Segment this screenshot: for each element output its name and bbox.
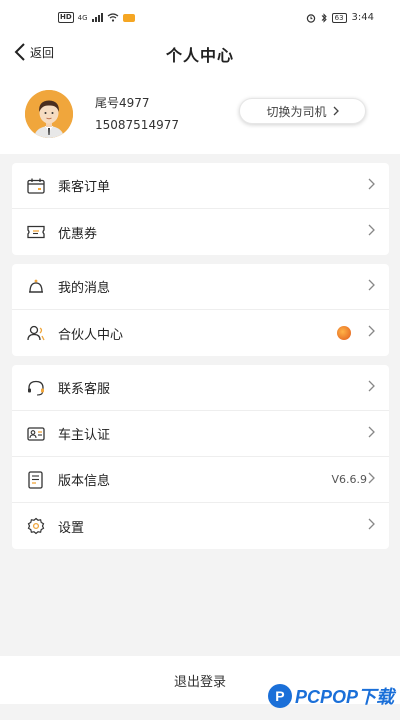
user-phone: 15087514977 [95, 118, 179, 132]
fire-badge-icon [337, 326, 351, 340]
status-right: 63 3:44 [306, 12, 374, 23]
network-label: 4G [77, 13, 88, 22]
logout-label: 退出登录 [173, 674, 226, 690]
version-value: V6.6.9 [331, 473, 367, 486]
user-avatar-icon [25, 90, 73, 138]
menu-item-partner-center[interactable]: 合伙人中心 [12, 310, 389, 356]
menu-item-my-messages[interactable]: 我的消息 [12, 264, 389, 310]
headset-icon [26, 378, 46, 398]
menu-item-customer-service[interactable]: 联系客服 [12, 365, 389, 411]
menu-item-owner-verification[interactable]: 车主认证 [12, 411, 389, 457]
chevron-right-icon [368, 325, 375, 337]
menu-label: 合伙人中心 [58, 327, 124, 343]
wifi-icon [107, 13, 118, 22]
watermark: P PCPOP下载 [267, 683, 394, 709]
status-left: HD 4G [58, 12, 135, 23]
menu-label: 版本信息 [58, 474, 111, 489]
menu-item-coupons[interactable]: 优惠券 [12, 209, 389, 255]
menu-label: 优惠券 [58, 226, 98, 242]
menu-label: 乘客订单 [58, 180, 111, 195]
switch-to-driver-button[interactable]: 切换为司机 [239, 98, 366, 124]
menu-label: 联系客服 [58, 382, 111, 397]
profile-header: 返回 个人中心 尾号4977 15087514977 切换为司机 [0, 36, 400, 154]
orders-card: 乘客订单 优惠券 [12, 163, 389, 255]
chevron-right-icon [368, 224, 375, 236]
coupon-icon [26, 222, 46, 242]
watermark-text: PCPOP下载 [294, 687, 394, 707]
status-bar: HD 4G 63 3:44 [0, 0, 400, 36]
signal-icon [91, 13, 103, 22]
gear-icon [26, 516, 46, 536]
id-card-icon [26, 424, 46, 444]
bell-icon [26, 277, 46, 297]
user-name: 尾号4977 [95, 96, 150, 110]
watermark-logo-icon: P [267, 684, 292, 708]
calendar-icon [26, 176, 46, 196]
document-icon [26, 470, 46, 490]
chevron-right-icon [368, 518, 375, 530]
menu-label: 我的消息 [58, 281, 111, 296]
avatar[interactable] [25, 90, 73, 138]
hd-icon: HD [58, 12, 74, 23]
bluetooth-icon [321, 12, 327, 23]
menu-item-settings[interactable]: 设置 [12, 503, 389, 549]
chevron-right-icon [333, 106, 339, 116]
chevron-right-icon [368, 426, 375, 438]
chevron-right-icon [368, 380, 375, 392]
notification-icon [122, 13, 135, 22]
alarm-icon [306, 13, 315, 23]
partner-icon [26, 323, 46, 343]
messages-card: 我的消息 合伙人中心 [12, 264, 389, 356]
switch-label: 切换为司机 [266, 104, 327, 119]
menu-item-passenger-orders[interactable]: 乘客订单 [12, 163, 389, 209]
menu-label: 设置 [58, 520, 85, 536]
chevron-right-icon [368, 472, 375, 484]
menu-label: 车主认证 [58, 428, 111, 443]
menu-item-version-info[interactable]: 版本信息 V6.6.9 [12, 457, 389, 503]
clock: 3:44 [351, 12, 374, 23]
chevron-right-icon [368, 279, 375, 291]
battery-icon: 63 [331, 12, 347, 23]
chevron-right-icon [368, 178, 375, 190]
settings-card: 联系客服 车主认证 版本信息 V6.6.9 设置 [12, 365, 389, 549]
page-title: 个人中心 [165, 46, 234, 65]
